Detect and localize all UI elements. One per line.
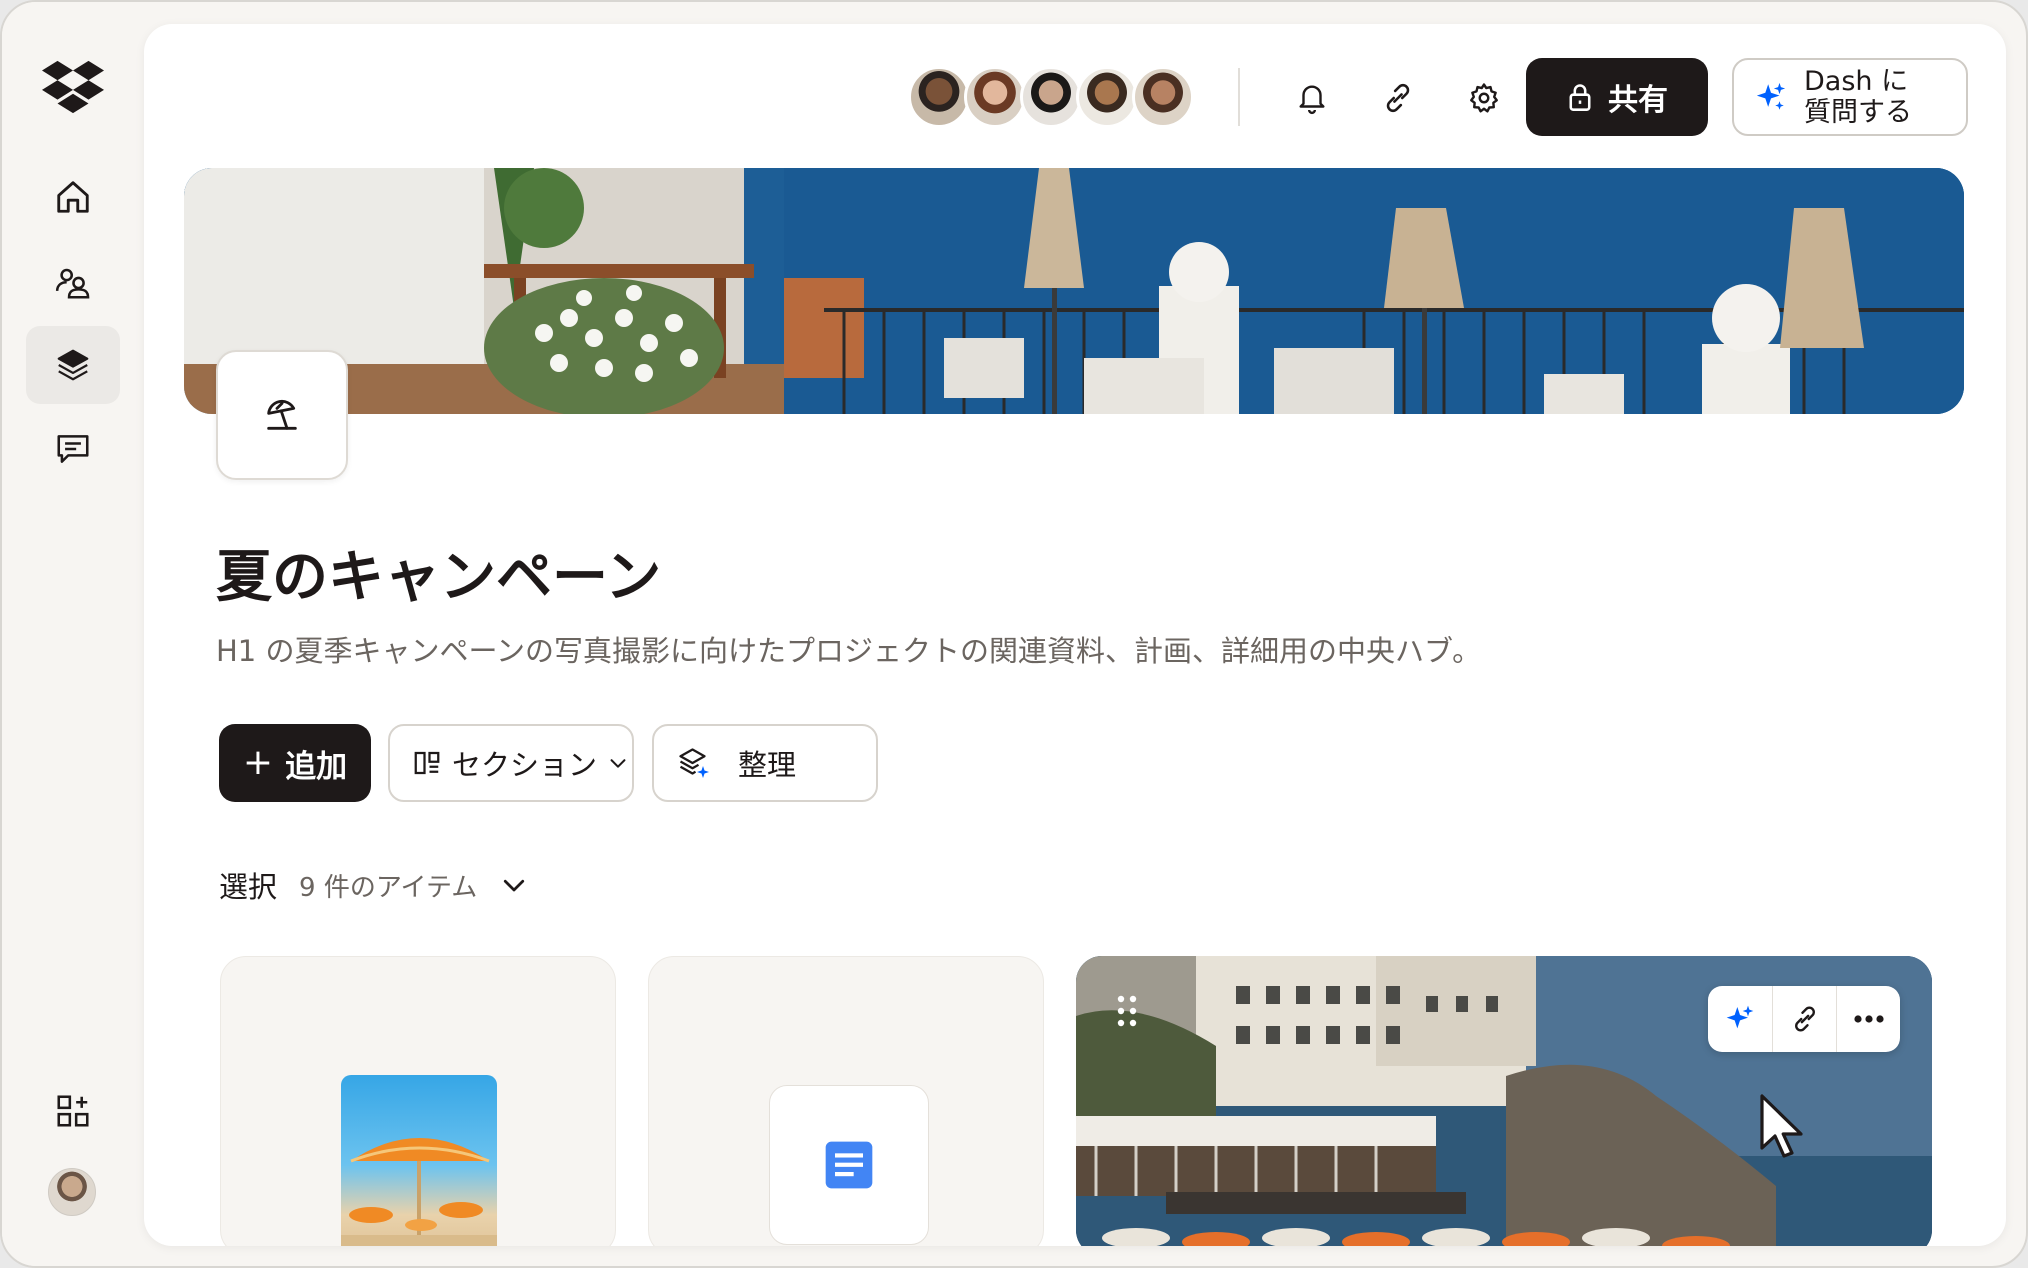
sidebar-item-messages[interactable] (26, 410, 120, 488)
page-description: H1 の夏季キャンペーンの写真撮影に向けたプロジェクトの関連資料、計画、詳細用の… (216, 634, 1482, 668)
item-count: 9 件のアイテム (299, 872, 478, 903)
avatar[interactable] (964, 66, 1026, 128)
document-tile (769, 1085, 929, 1245)
lock-icon (1569, 84, 1591, 111)
avatar[interactable] (908, 66, 970, 128)
notifications-button[interactable] (1286, 72, 1338, 124)
sparkle-icon (1756, 82, 1786, 110)
sparkle-icon (1726, 1005, 1754, 1029)
people-icon (55, 268, 90, 299)
sidebar (2, 2, 144, 1266)
add-button-label: 追加 (285, 748, 348, 785)
plus-icon: + (242, 742, 274, 783)
organize-button[interactable]: 整理 (652, 724, 878, 802)
ask-dash-label: Dash に 質問する (1804, 66, 1912, 128)
section-label: セクション (452, 748, 598, 782)
chevron-down-icon (610, 759, 626, 768)
add-button[interactable]: + 追加 (219, 724, 371, 802)
beach-umbrella-icon (267, 399, 297, 430)
drag-handle-icon[interactable] (1116, 994, 1138, 1028)
image-thumbnail (341, 1075, 497, 1246)
section-dropdown[interactable]: セクション (388, 724, 634, 802)
gear-icon (1470, 83, 1498, 113)
home-icon (57, 181, 89, 213)
organize-label: 整理 (738, 748, 797, 782)
more-options-button[interactable] (1836, 986, 1900, 1052)
cover-image[interactable] (184, 168, 1964, 414)
item-card-image[interactable] (220, 956, 616, 1246)
select-label: 選択 (219, 870, 278, 904)
copy-item-link-button[interactable] (1772, 986, 1836, 1052)
ask-dash-label-line1: Dash に (1804, 66, 1909, 97)
copy-link-button[interactable] (1372, 72, 1424, 124)
selection-filter[interactable]: 選択 9 件のアイテム (219, 864, 529, 906)
page-title: 夏のキャンペーン (216, 545, 662, 610)
item-actions-toolbar (1708, 986, 1900, 1052)
item-card-photo[interactable] (1076, 956, 1932, 1246)
chevron-down-icon[interactable] (499, 870, 529, 900)
cover-photo (184, 168, 1964, 414)
user-avatar[interactable] (48, 1168, 96, 1216)
ask-dash-label-line2: 質問する (1804, 97, 1912, 128)
settings-button[interactable] (1458, 72, 1510, 124)
sidebar-item-apps[interactable] (26, 1072, 120, 1150)
chat-icon (57, 435, 89, 463)
link-icon (1386, 83, 1410, 113)
ask-dash-button[interactable]: Dash に 質問する (1732, 58, 1968, 136)
document-icon (825, 1141, 873, 1189)
bell-icon (1299, 85, 1325, 115)
sidebar-item-people[interactable] (26, 244, 120, 322)
collaborator-avatars[interactable] (908, 66, 1194, 128)
apps-add-icon (57, 1095, 89, 1127)
stack-icon-tile[interactable] (216, 350, 348, 480)
sidebar-item-home[interactable] (26, 158, 120, 236)
sidebar-item-stacks[interactable] (26, 326, 120, 404)
header-divider (1238, 68, 1240, 126)
item-card-document[interactable] (648, 956, 1044, 1246)
ask-dash-item-button[interactable] (1708, 986, 1772, 1052)
avatar[interactable] (1076, 66, 1138, 128)
section-icon (414, 751, 440, 775)
share-button[interactable]: 共有 (1526, 58, 1708, 136)
avatar[interactable] (1020, 66, 1082, 128)
app-window: 共有 Dash に 質問する 夏のキャンペーン H1 の夏季キャンペーンの写真撮… (0, 0, 2028, 1268)
organize-layers-icon (679, 748, 709, 778)
more-icon (1853, 1015, 1884, 1023)
layers-icon (57, 349, 89, 381)
link-icon (1794, 1006, 1815, 1032)
dropbox-logo[interactable] (42, 58, 104, 116)
mouse-cursor-icon (1760, 1094, 1803, 1158)
share-button-label: 共有 (1608, 83, 1668, 118)
avatar[interactable] (1132, 66, 1194, 128)
main-panel: 共有 Dash に 質問する 夏のキャンペーン H1 の夏季キャンペーンの写真撮… (144, 24, 2006, 1246)
